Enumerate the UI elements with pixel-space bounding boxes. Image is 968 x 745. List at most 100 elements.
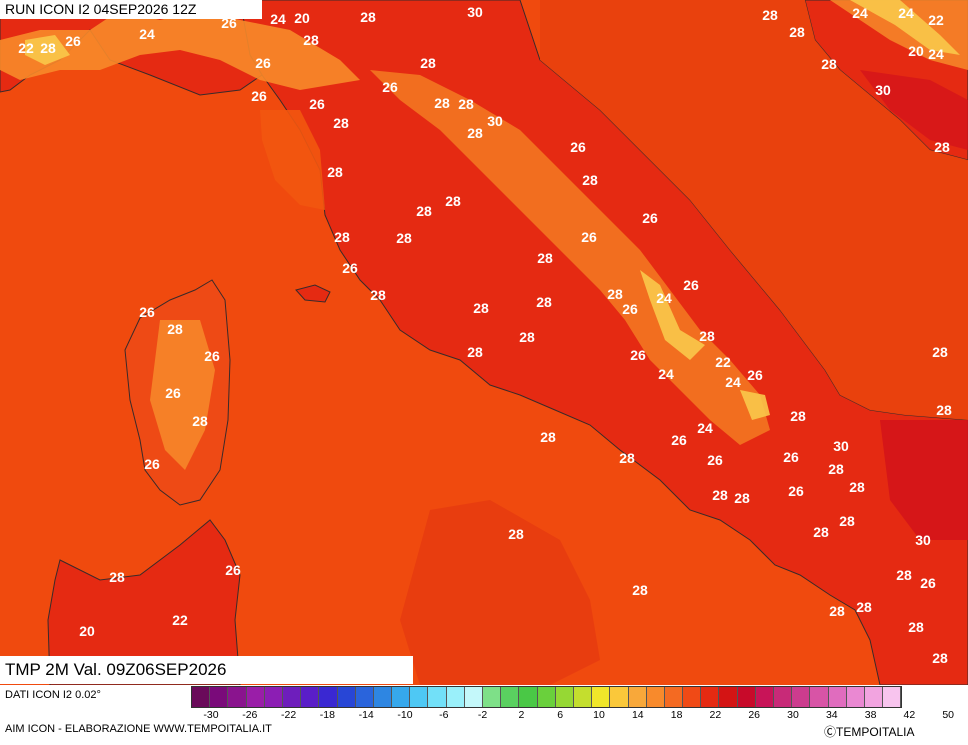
temperature-label: 28 xyxy=(789,24,805,40)
temperature-label: 24 xyxy=(725,374,741,390)
scale-swatch xyxy=(355,687,374,707)
temperature-label: 28 xyxy=(607,286,623,302)
scale-swatch xyxy=(337,687,356,707)
temperature-label: 26 xyxy=(642,210,658,226)
temperature-label: 26 xyxy=(707,452,723,468)
scale-swatch xyxy=(519,687,538,707)
scale-swatch xyxy=(264,687,283,707)
temperature-label: 30 xyxy=(915,532,931,548)
scale-tick: 10 xyxy=(593,709,605,721)
temperature-label: 28 xyxy=(370,287,386,303)
temperature-label: 28 xyxy=(420,55,436,71)
scale-tick: -10 xyxy=(397,709,413,721)
temperature-label: 24 xyxy=(928,46,944,62)
temperature-label: 28 xyxy=(632,582,648,598)
temperature-label: 28 xyxy=(712,487,728,503)
scale-swatch xyxy=(373,687,393,707)
scale-swatch xyxy=(464,687,483,707)
scale-tick: 34 xyxy=(825,709,838,721)
temperature-label: 24 xyxy=(658,366,674,382)
temperature-label: 20 xyxy=(79,623,95,639)
scale-swatch xyxy=(610,687,629,707)
temperature-label: 24 xyxy=(270,11,286,27)
temperature-label: 28 xyxy=(536,294,552,310)
temperature-label: 28 xyxy=(109,569,125,585)
temperature-label: 28 xyxy=(467,344,483,360)
scale-swatch xyxy=(592,687,611,707)
temperature-label: 20 xyxy=(294,10,310,26)
scale-swatch xyxy=(864,687,884,707)
temperature-label: 28 xyxy=(828,461,844,477)
temperature-label: 28 xyxy=(896,567,912,583)
temperature-label: 28 xyxy=(790,408,806,424)
color-legend: DATI ICON I2 0.02° -30 -26 -22 -18 -14 -10 -6-… xyxy=(0,685,968,745)
scale-tick: 6 xyxy=(557,709,564,721)
temperature-label: 28 xyxy=(734,490,750,506)
temperature-label: 28 xyxy=(508,526,524,542)
temperature-label: 30 xyxy=(467,4,483,20)
run-label: RUN ICON I2 04SEP2026 12Z xyxy=(0,0,262,19)
temperature-label: 28 xyxy=(458,96,474,112)
temperature-label: 26 xyxy=(630,347,646,363)
temperature-label: 20 xyxy=(908,43,924,59)
temperature-label: 28 xyxy=(167,321,183,337)
temperature-label: 28 xyxy=(839,513,855,529)
scale-swatch xyxy=(883,687,902,707)
temperature-label: 26 xyxy=(581,229,597,245)
scale-swatch xyxy=(537,687,556,707)
temperature-label: 28 xyxy=(334,229,350,245)
scale-tick: 18 xyxy=(670,709,683,721)
temperature-label: 22 xyxy=(928,12,944,28)
scale-swatch xyxy=(683,687,702,707)
temperature-label: 26 xyxy=(683,277,699,293)
scale-tick: 26 xyxy=(748,709,761,721)
temperature-label: 26 xyxy=(65,33,81,49)
scale-tick: 2 xyxy=(518,709,525,721)
temperature-label: 28 xyxy=(762,7,778,23)
temperature-label: 24 xyxy=(852,5,868,21)
temperature-label: 26 xyxy=(165,385,181,401)
scale-swatch xyxy=(573,687,593,707)
temperature-label: 22 xyxy=(18,40,34,56)
scale-tick: 30 xyxy=(787,709,799,721)
color-scale xyxy=(191,686,903,708)
temperature-label: 28 xyxy=(467,125,483,141)
scale-swatch xyxy=(428,687,447,707)
temperature-label: 30 xyxy=(833,438,849,454)
temperature-label: 28 xyxy=(849,479,865,495)
temperature-label: 26 xyxy=(204,348,220,364)
scale-swatch xyxy=(410,687,429,707)
temperature-label: 28 xyxy=(908,619,924,635)
scale-swatch xyxy=(828,687,847,707)
temperature-label: 22 xyxy=(715,354,731,370)
temperature-label: 28 xyxy=(936,402,952,418)
temperature-label: 26 xyxy=(788,483,804,499)
temperature-label: 28 xyxy=(303,32,319,48)
legend-copyright: ⒸTEMPOITALIA xyxy=(824,725,915,739)
scale-swatch xyxy=(483,687,502,707)
scale-swatch xyxy=(301,687,320,707)
scale-swatch xyxy=(446,687,465,707)
temperature-label: 28 xyxy=(434,95,450,111)
temperature-label: 26 xyxy=(309,96,325,112)
scale-swatch xyxy=(755,687,774,707)
temperature-label: 26 xyxy=(382,79,398,95)
temperature-label: 26 xyxy=(251,88,267,104)
scale-swatch xyxy=(282,687,302,707)
temperature-label: 26 xyxy=(920,575,936,591)
temperature-label: 24 xyxy=(139,26,155,42)
scale-tick: -22 xyxy=(281,709,297,721)
temperature-label: 30 xyxy=(487,113,503,129)
temperature-label: 26 xyxy=(570,139,586,155)
scale-ticks: -30 -26 -22 -18 -14 -10 -6 -2 2 6 10 14 18 22 26 30 34 38… xyxy=(191,709,968,723)
temperature-label: 24 xyxy=(656,290,672,306)
temperature-label: 28 xyxy=(519,329,535,345)
legend-credit: AIM ICON - ELABORAZIONE WWW.TEMPOITALIA.… xyxy=(5,723,272,735)
scale-swatch xyxy=(228,687,247,707)
scale-swatch xyxy=(846,687,865,707)
temperature-label: 26 xyxy=(139,304,155,320)
temperature-label: 26 xyxy=(622,301,638,317)
scale-swatch xyxy=(501,687,520,707)
temperature-label: 24 xyxy=(898,5,914,21)
temperature-label: 28 xyxy=(821,56,837,72)
